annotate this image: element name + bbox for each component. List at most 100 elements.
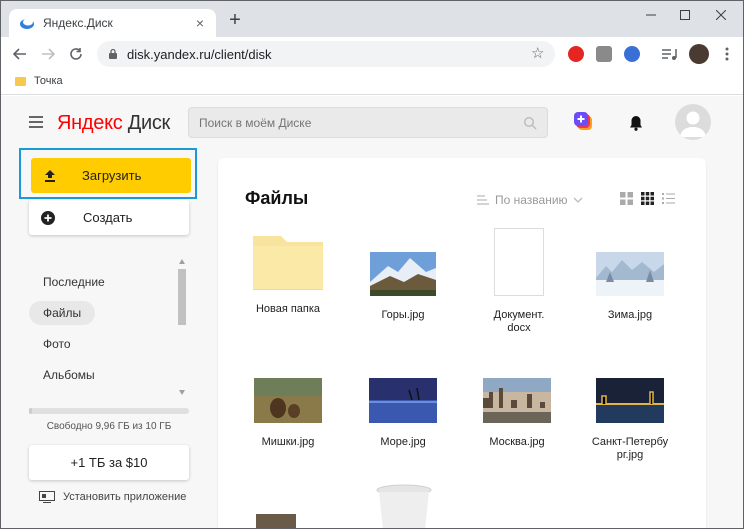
file-item[interactable]: Новая папка bbox=[243, 232, 333, 316]
quota-bar-fill bbox=[29, 408, 32, 414]
logo-disk-text: Диск bbox=[127, 112, 171, 134]
folder-icon bbox=[15, 76, 26, 86]
page-title: Файлы bbox=[245, 188, 309, 208]
document-icon bbox=[494, 228, 544, 296]
create-label: Создать bbox=[83, 210, 133, 225]
bookmark-folder[interactable]: Точка bbox=[15, 75, 63, 87]
file-name: Мишки.jpg bbox=[261, 436, 315, 448]
user-avatar[interactable] bbox=[675, 104, 711, 140]
image-thumbnail-bears bbox=[254, 378, 322, 423]
files-panel: Файлы По названию Новая папка Горы.jpg Д… bbox=[218, 158, 706, 529]
bookmarks-bar: Точка bbox=[1, 71, 743, 95]
folder-icon bbox=[253, 236, 323, 291]
sidebar-item-albums[interactable]: Альбомы bbox=[29, 363, 109, 387]
sidebar-item-recent[interactable]: Последние bbox=[29, 270, 119, 294]
file-item[interactable]: Зима.jpg bbox=[585, 252, 675, 322]
bookmark-star-icon[interactable]: ☆ bbox=[531, 46, 547, 62]
arrow-left-icon bbox=[13, 48, 26, 60]
lock-icon bbox=[109, 48, 117, 59]
adblock-extension-icon[interactable] bbox=[568, 46, 584, 62]
upload-button[interactable]: Загрузить bbox=[31, 158, 191, 193]
sort-label: По названию bbox=[495, 193, 568, 207]
menu-burger-icon[interactable] bbox=[29, 116, 43, 128]
file-item[interactable]: Документ. docx bbox=[474, 228, 564, 335]
upload-arrow-icon bbox=[45, 169, 55, 182]
image-thumbnail-moscow bbox=[483, 378, 551, 423]
file-item[interactable]: Горы.jpg bbox=[358, 252, 448, 322]
url-text: disk.yandex.ru/client/disk bbox=[127, 46, 272, 62]
yandex-disk-favicon-icon bbox=[20, 18, 34, 29]
close-window-button[interactable] bbox=[699, 1, 743, 29]
yandex-disk-logo[interactable]: Яндекс Диск bbox=[57, 112, 170, 134]
file-item[interactable]: Москва.jpg bbox=[472, 378, 562, 449]
search-input[interactable] bbox=[199, 115, 523, 130]
browser-tab[interactable]: Яндекс.Диск × bbox=[9, 9, 216, 37]
trash-icon[interactable] bbox=[376, 484, 432, 529]
logo-yandex-text: Яндекс bbox=[57, 112, 123, 134]
extension-icon[interactable] bbox=[596, 46, 612, 62]
close-icon bbox=[716, 10, 726, 20]
desktop-app-icon bbox=[39, 491, 55, 503]
create-button[interactable]: Создать bbox=[29, 200, 189, 235]
file-name: Горы.jpg bbox=[381, 309, 425, 321]
page: Яндекс Диск Поиск в моём Диске Загрузить… bbox=[1, 96, 743, 529]
file-name: Документ. docx bbox=[493, 309, 545, 334]
scrollbar-thumb[interactable] bbox=[178, 269, 186, 325]
new-tab-button[interactable]: + bbox=[225, 10, 245, 31]
upload-label: Загрузить bbox=[82, 168, 142, 183]
maximize-icon bbox=[680, 10, 690, 20]
view-list-icon[interactable] bbox=[662, 192, 675, 205]
media-control-icon[interactable] bbox=[661, 46, 677, 62]
sort-icon bbox=[477, 195, 489, 205]
telemost-add-icon[interactable] bbox=[573, 111, 593, 131]
file-item[interactable]: Море.jpg bbox=[358, 378, 448, 449]
quota-bar bbox=[29, 408, 189, 414]
tab-close-icon[interactable]: × bbox=[192, 15, 208, 31]
tab-title: Яндекс.Диск bbox=[43, 16, 113, 30]
upload-highlight-frame: Загрузить bbox=[19, 148, 197, 199]
file-name: Санкт-Петербург.jpg bbox=[591, 436, 669, 461]
profile-avatar[interactable] bbox=[689, 44, 709, 64]
browser-window: Яндекс.Диск × + disk.yandex.ru/client/di… bbox=[0, 0, 744, 529]
sidebar-item-files[interactable]: Файлы bbox=[29, 301, 96, 325]
file-name: Москва.jpg bbox=[489, 436, 545, 448]
reload-icon bbox=[70, 48, 82, 60]
search-icon[interactable] bbox=[523, 116, 537, 130]
image-thumbnail-winter bbox=[596, 252, 664, 296]
image-thumbnail-spb bbox=[596, 378, 664, 423]
address-bar[interactable]: disk.yandex.ru/client/disk ☆ bbox=[97, 41, 555, 67]
file-item[interactable]: Мишки.jpg bbox=[243, 378, 333, 449]
arrow-right-icon bbox=[42, 48, 55, 60]
image-thumbnail-mountains bbox=[370, 252, 436, 296]
user-avatar-icon bbox=[680, 111, 706, 137]
browser-menu-button[interactable] bbox=[719, 46, 735, 62]
view-large-tiles-icon[interactable] bbox=[620, 192, 633, 205]
bell-icon[interactable] bbox=[629, 115, 643, 131]
buy-space-button[interactable]: +1 ТБ за $10 bbox=[29, 445, 189, 480]
plus-circle-icon bbox=[41, 210, 55, 225]
install-app-label: Установить приложение bbox=[63, 491, 187, 503]
file-name: Море.jpg bbox=[380, 436, 426, 448]
file-item[interactable]: Санкт-Петербург.jpg bbox=[585, 378, 675, 462]
forward-button[interactable] bbox=[37, 43, 59, 65]
sidebar-scrollbar[interactable] bbox=[177, 259, 187, 395]
file-name: Новая папка bbox=[255, 303, 321, 315]
back-button[interactable] bbox=[9, 43, 31, 65]
bookmark-label: Точка bbox=[34, 75, 63, 87]
sort-dropdown[interactable]: По названию bbox=[477, 193, 583, 207]
kebab-menu-icon bbox=[725, 47, 729, 61]
disk-header: Яндекс Диск bbox=[1, 96, 743, 152]
scroll-up-icon bbox=[179, 259, 185, 264]
browser-toolbar: disk.yandex.ru/client/disk ☆ bbox=[1, 37, 743, 71]
reload-button[interactable] bbox=[65, 43, 87, 65]
vpn-extension-icon[interactable] bbox=[624, 46, 640, 62]
minimize-icon bbox=[646, 14, 656, 16]
search-box[interactable] bbox=[188, 107, 548, 138]
install-app-link[interactable]: Установить приложение bbox=[39, 491, 186, 503]
image-thumbnail-partial[interactable] bbox=[256, 514, 296, 529]
sidebar-item-photo[interactable]: Фото bbox=[29, 332, 85, 356]
image-thumbnail-sea bbox=[369, 378, 437, 423]
quota-text: Свободно 9,96 ГБ из 10 ГБ bbox=[46, 421, 172, 432]
view-small-tiles-icon[interactable] bbox=[641, 192, 654, 205]
scroll-down-icon bbox=[179, 390, 185, 395]
